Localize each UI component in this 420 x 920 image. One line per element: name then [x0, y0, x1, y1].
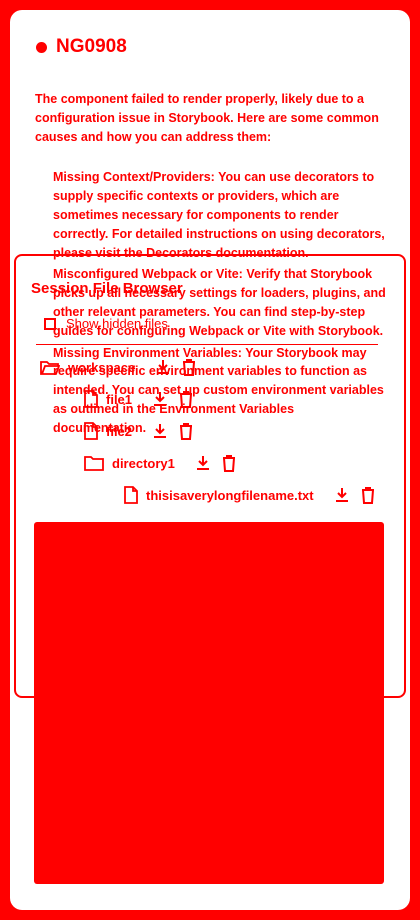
- tree-item-label: file2: [106, 423, 133, 439]
- tree-item-label: directory1: [112, 455, 175, 471]
- trash-icon[interactable]: [360, 486, 376, 504]
- download-icon[interactable]: [152, 423, 168, 439]
- error-dot-icon: [36, 41, 47, 53]
- tree-row-file2[interactable]: file2: [84, 422, 194, 440]
- tree-row-workspace[interactable]: workspace: [40, 358, 197, 376]
- tree-item-label: thisisaverylongfilename.txt: [146, 487, 314, 503]
- file-icon: [84, 390, 98, 408]
- file-icon: [124, 486, 138, 504]
- download-icon[interactable]: [195, 455, 211, 471]
- download-icon[interactable]: [152, 391, 168, 407]
- show-hidden-checkbox[interactable]: [44, 317, 56, 330]
- error-intro: The component failed to render properly,…: [35, 92, 379, 144]
- folder-open-icon: [40, 359, 60, 375]
- tree-row-long-filename[interactable]: thisisaverylongfilename.txt: [124, 486, 376, 504]
- trash-icon[interactable]: [178, 422, 194, 440]
- preview-area: [34, 522, 384, 884]
- tree-row-file1[interactable]: file1: [84, 390, 194, 408]
- error-cause-heading: Missing Context/Providers:: [53, 170, 215, 185]
- tree-item-label: file1: [106, 391, 133, 407]
- error-frame: NG0908 The component failed to render pr…: [10, 10, 410, 910]
- download-icon[interactable]: [155, 359, 171, 375]
- file-browser-title: Session File Browser: [31, 280, 183, 297]
- trash-icon[interactable]: [178, 390, 194, 408]
- tree-item-label: workspace: [68, 359, 136, 375]
- file-icon: [84, 422, 98, 440]
- show-hidden-label: Show hidden files: [66, 316, 168, 331]
- show-hidden-toggle[interactable]: Show hidden files: [44, 316, 168, 331]
- error-cause: Missing Context/Providers: You can use d…: [53, 168, 387, 262]
- trash-icon[interactable]: [221, 454, 237, 472]
- tree-row-directory1[interactable]: directory1: [84, 454, 237, 472]
- trash-icon[interactable]: [181, 358, 197, 376]
- divider: [36, 344, 378, 345]
- error-header: NG0908: [36, 36, 127, 58]
- error-code: NG0908: [56, 36, 127, 57]
- folder-icon: [84, 455, 104, 471]
- download-icon[interactable]: [334, 487, 350, 503]
